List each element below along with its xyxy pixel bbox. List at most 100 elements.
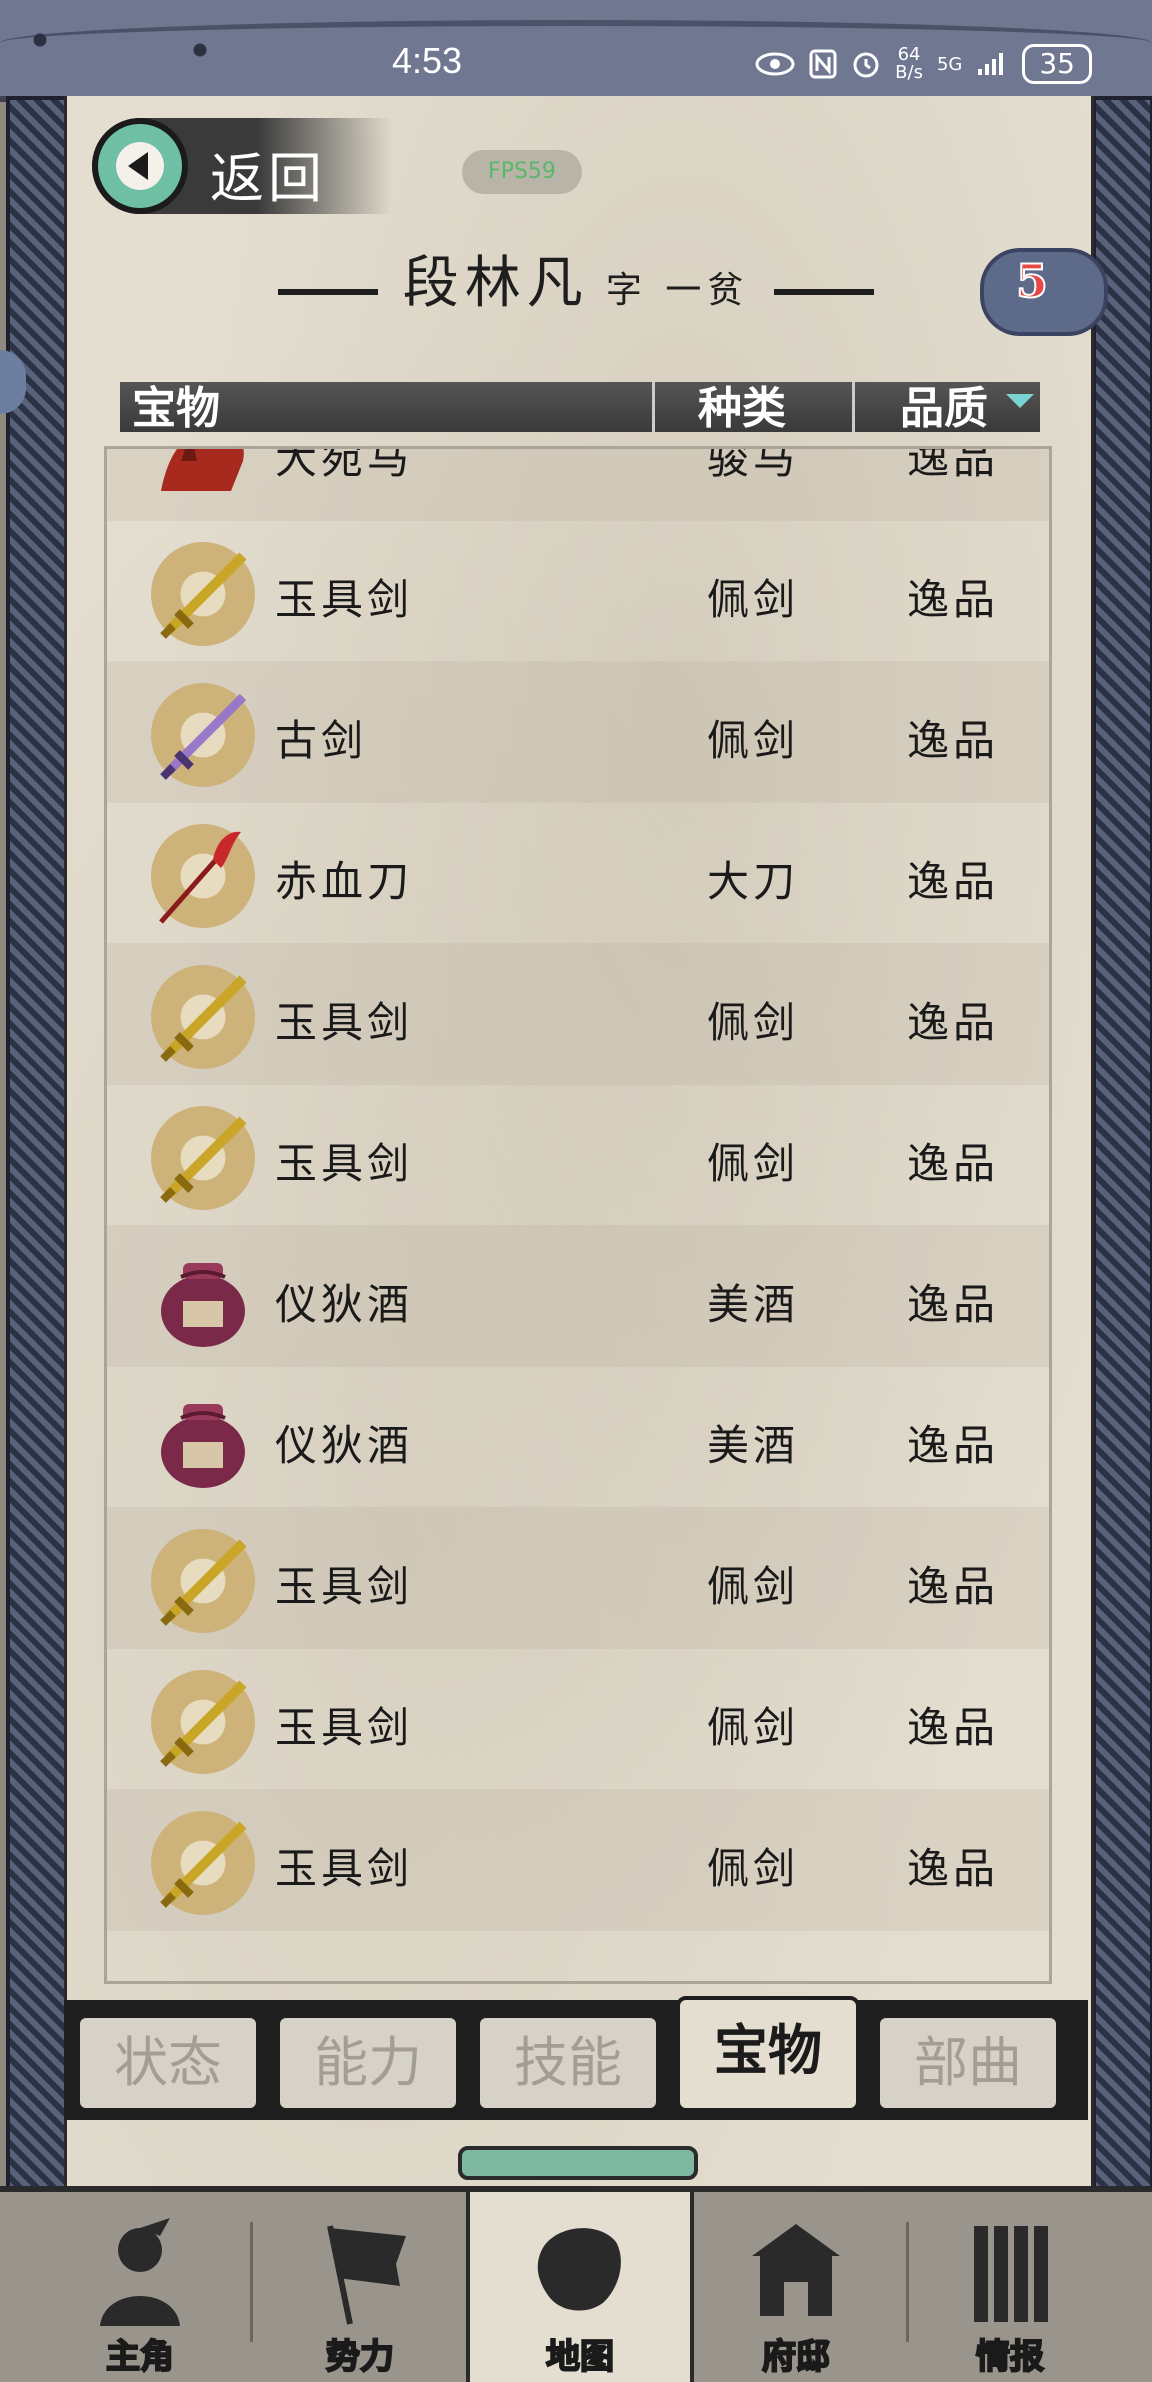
item-name: 大宛马 (275, 446, 414, 483)
map-icon (530, 2216, 630, 2326)
list-item[interactable]: 玉具剑 佩剑 逸品 (107, 1084, 1049, 1226)
item-quality: 逸品 (907, 716, 1000, 765)
list-item[interactable]: 古剑 佩剑 逸品 (107, 661, 1049, 803)
list-item[interactable]: 赤血刀 大刀 逸品 (107, 802, 1049, 944)
wine-jar-icon (151, 1247, 255, 1351)
horse-icon (151, 449, 255, 505)
column-separator (852, 382, 855, 432)
nav-label: 情报 (975, 2336, 1045, 2378)
nav-item-3[interactable]: 府邸 (686, 2192, 906, 2382)
courtesy-name: 字 一贫 (605, 270, 750, 311)
list-column-header: 宝物 种类 品质 (120, 382, 1040, 434)
list-item[interactable]: 大宛马 骏马 逸品 (107, 446, 1049, 521)
sword-icon (151, 542, 255, 646)
nav-label: 府邸 (761, 2336, 831, 2378)
fps-indicator: FPS59 (462, 150, 582, 194)
back-arrow-icon (92, 118, 188, 214)
title-ornament-right (774, 288, 875, 295)
status-bar: 4:53 64 B/s 5G 35 (0, 0, 1152, 102)
item-quality: 逸品 (907, 1562, 1000, 1611)
scroll-icon (960, 2216, 1060, 2326)
nfc-icon (809, 49, 837, 79)
battery-indicator: 35 (1022, 44, 1092, 84)
hero-icon (90, 2216, 190, 2326)
item-kind: 美酒 (707, 1280, 800, 1329)
item-quality: 逸品 (907, 857, 1000, 906)
item-name: 玉具剑 (275, 998, 414, 1047)
item-quality: 逸品 (907, 575, 1000, 624)
treasure-list[interactable]: 大宛马 骏马 逸品 玉具剑 佩剑 逸品 古剑 佩剑 逸品 赤血刀 大刀 逸品 玉具剑 佩剑 逸品 玉具剑 佩剑逸… (104, 446, 1052, 1984)
item-name: 玉具剑 (275, 1562, 414, 1611)
signal-icon (976, 51, 1008, 77)
bottom-nav: 主角 势力 地图 府邸 情报 (0, 2186, 1152, 2382)
nav-item-1[interactable]: 势力 (250, 2192, 470, 2382)
character-title: 段林凡 字 一贫 (0, 238, 1152, 319)
list-item[interactable]: 仪狄酒 美酒 逸品 (107, 1225, 1049, 1367)
item-kind: 佩剑 (707, 716, 800, 765)
tab-0[interactable]: 状态 (76, 2014, 260, 2112)
item-name: 玉具剑 (275, 1844, 414, 1893)
item-kind: 大刀 (707, 857, 800, 906)
network-type: 5G (936, 53, 963, 75)
tab-bar: 状态 能力 技能 宝物 部曲 (64, 1996, 1088, 2120)
back-label: 返回 (210, 147, 326, 210)
tab-2[interactable]: 技能 (476, 2014, 660, 2112)
item-quality: 逸品 (907, 998, 1000, 1047)
list-item[interactable]: 玉具剑 佩剑 逸品 (107, 943, 1049, 1085)
item-kind: 佩剑 (707, 1139, 800, 1188)
eye-icon (755, 51, 795, 77)
tab-3[interactable]: 宝物 (676, 1996, 860, 2112)
sort-down-icon[interactable] (1006, 394, 1034, 408)
item-quality: 逸品 (907, 446, 1000, 483)
item-quality: 逸品 (907, 1280, 1000, 1329)
flag-icon (310, 2216, 410, 2326)
item-quality: 逸品 (907, 1421, 1000, 1470)
column-quality-sort[interactable]: 品质 (900, 372, 988, 436)
nav-item-4[interactable]: 情报 (900, 2192, 1120, 2382)
sword-icon (151, 1811, 255, 1915)
item-name: 仪狄酒 (275, 1421, 414, 1470)
back-button[interactable]: 返回 (92, 118, 392, 214)
tab-1[interactable]: 能力 (276, 2014, 460, 2112)
item-quality: 逸品 (907, 1844, 1000, 1893)
scroll-frame-right (1092, 96, 1152, 2194)
item-kind: 美酒 (707, 1421, 800, 1470)
sword-icon (151, 1670, 255, 1774)
item-name: 玉具剑 (275, 575, 414, 624)
mansion-icon (746, 2216, 846, 2326)
item-kind: 佩剑 (707, 1844, 800, 1893)
item-kind: 佩剑 (707, 998, 800, 1047)
nav-item-2[interactable]: 地图 (466, 2192, 694, 2382)
status-icons: 64 B/s 5G 35 (755, 44, 1092, 84)
purple-sword-icon (151, 683, 255, 787)
nav-label: 势力 (325, 2336, 395, 2378)
blade-icon (151, 824, 255, 928)
item-quality: 逸品 (907, 1703, 1000, 1752)
sword-icon (151, 1529, 255, 1633)
column-item: 宝物 (132, 383, 220, 434)
item-quality: 逸品 (907, 1139, 1000, 1188)
item-name: 仪狄酒 (275, 1280, 414, 1329)
tab-4[interactable]: 部曲 (876, 2014, 1060, 2112)
item-name: 玉具剑 (275, 1139, 414, 1188)
list-item[interactable]: 玉具剑 佩剑 逸品 (107, 1789, 1049, 1931)
nav-label: 主角 (105, 2336, 175, 2378)
item-name: 玉具剑 (275, 1703, 414, 1752)
list-item[interactable]: 玉具剑 佩剑 逸品 (107, 1648, 1049, 1790)
cloud-badge[interactable]: 5 (980, 248, 1108, 336)
scroll-frame-left (6, 96, 68, 2194)
wine-jar-icon (151, 1388, 255, 1492)
list-item[interactable]: 仪狄酒 美酒 逸品 (107, 1366, 1049, 1508)
item-kind: 佩剑 (707, 1562, 800, 1611)
nav-item-0[interactable]: 主角 (30, 2192, 250, 2382)
column-separator (652, 382, 655, 432)
item-name: 赤血刀 (275, 857, 414, 906)
map-scroll-ornament (458, 2146, 698, 2180)
title-ornament-left (277, 288, 378, 295)
alarm-icon (851, 49, 881, 79)
list-item[interactable]: 玉具剑 佩剑 逸品 (107, 1507, 1049, 1649)
item-kind: 佩剑 (707, 1703, 800, 1752)
status-time: 4:53 (392, 40, 463, 81)
item-kind: 骏马 (707, 446, 800, 483)
list-item[interactable]: 玉具剑 佩剑 逸品 (107, 520, 1049, 662)
